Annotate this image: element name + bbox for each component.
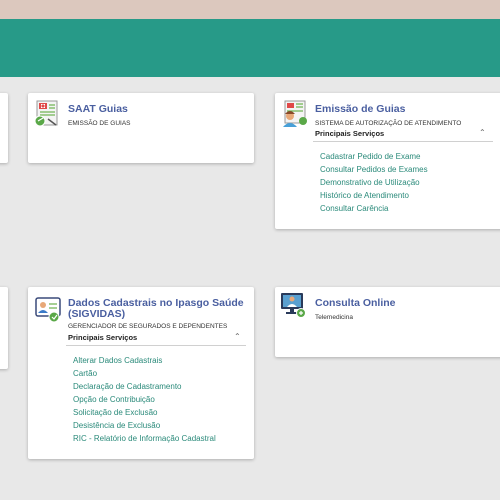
doctor-form-icon (283, 100, 307, 127)
services-list: Alterar Dados Cadastrais Cartão Declaraç… (73, 354, 216, 445)
card-title-line2[interactable]: (SIGVIDAS) (68, 308, 125, 320)
link-ric-relatorio[interactable]: RIC - Relatório de Informação Cadastral (73, 432, 216, 445)
link-opcao-de-contribuicao[interactable]: Opção de Contribuição (73, 393, 216, 406)
telemedicine-icon (281, 293, 306, 318)
card-title[interactable]: SAAT Guias (68, 103, 128, 115)
link-cadastrar-pedido-de-exame[interactable]: Cadastrar Pedido de Exame (320, 150, 428, 163)
partial-card-left-top[interactable] (0, 93, 8, 163)
link-alterar-dados-cadastrais[interactable]: Alterar Dados Cadastrais (73, 354, 216, 367)
card-title[interactable]: Emissão de Guias (315, 103, 405, 115)
link-consultar-pedidos-de-exames[interactable]: Consultar Pedidos de Exames (320, 163, 428, 176)
link-historico-de-atendimento[interactable]: Histórico de Atendimento (320, 189, 428, 202)
top-strip (0, 0, 500, 19)
header-banner (0, 19, 500, 77)
link-solicitacao-de-exclusao[interactable]: Solicitação de Exclusão (73, 406, 216, 419)
card-subtitle: EMISSÃO DE GUIAS (68, 120, 131, 127)
card-subtitle: GERENCIADOR DE SEGURADOS E DEPENDENTES (68, 323, 228, 330)
card-subtitle: Telemedicina (315, 314, 353, 321)
link-consultar-carencia[interactable]: Consultar Carência (320, 202, 428, 215)
card-emissao-de-guias[interactable]: Emissão de Guias SISTEMA DE AUTORIZAÇÃO … (275, 93, 500, 229)
divider (313, 141, 493, 142)
card-dados-cadastrais[interactable]: Dados Cadastrais no Ipasgo Saúde (SIGVID… (28, 287, 254, 459)
services-list: Cadastrar Pedido de Exame Consultar Pedi… (320, 150, 428, 215)
divider (66, 345, 246, 346)
link-desistencia-de-exclusao[interactable]: Desistência de Exclusão (73, 419, 216, 432)
chevron-up-icon[interactable]: ⌃ (234, 332, 241, 341)
link-declaracao-de-cadastramento[interactable]: Declaração de Cadastramento (73, 380, 216, 393)
guide-form-icon (34, 100, 58, 127)
link-demonstrativo-de-utilizacao[interactable]: Demonstrativo de Utilização (320, 176, 428, 189)
card-consulta-online[interactable]: Consulta Online Telemedicina (275, 287, 500, 357)
services-label[interactable]: Principais Serviços (315, 129, 384, 138)
partial-card-left-bottom[interactable] (0, 287, 8, 369)
card-saat-guias[interactable]: SAAT Guias EMISSÃO DE GUIAS (28, 93, 254, 163)
card-subtitle: SISTEMA DE AUTORIZAÇÃO DE ATENDIMENTO (315, 120, 462, 127)
link-cartao[interactable]: Cartão (73, 367, 216, 380)
user-profile-icon (35, 297, 61, 323)
services-label[interactable]: Principais Serviços (68, 333, 137, 342)
card-title[interactable]: Consulta Online (315, 297, 396, 309)
chevron-up-icon[interactable]: ⌃ (479, 128, 486, 137)
